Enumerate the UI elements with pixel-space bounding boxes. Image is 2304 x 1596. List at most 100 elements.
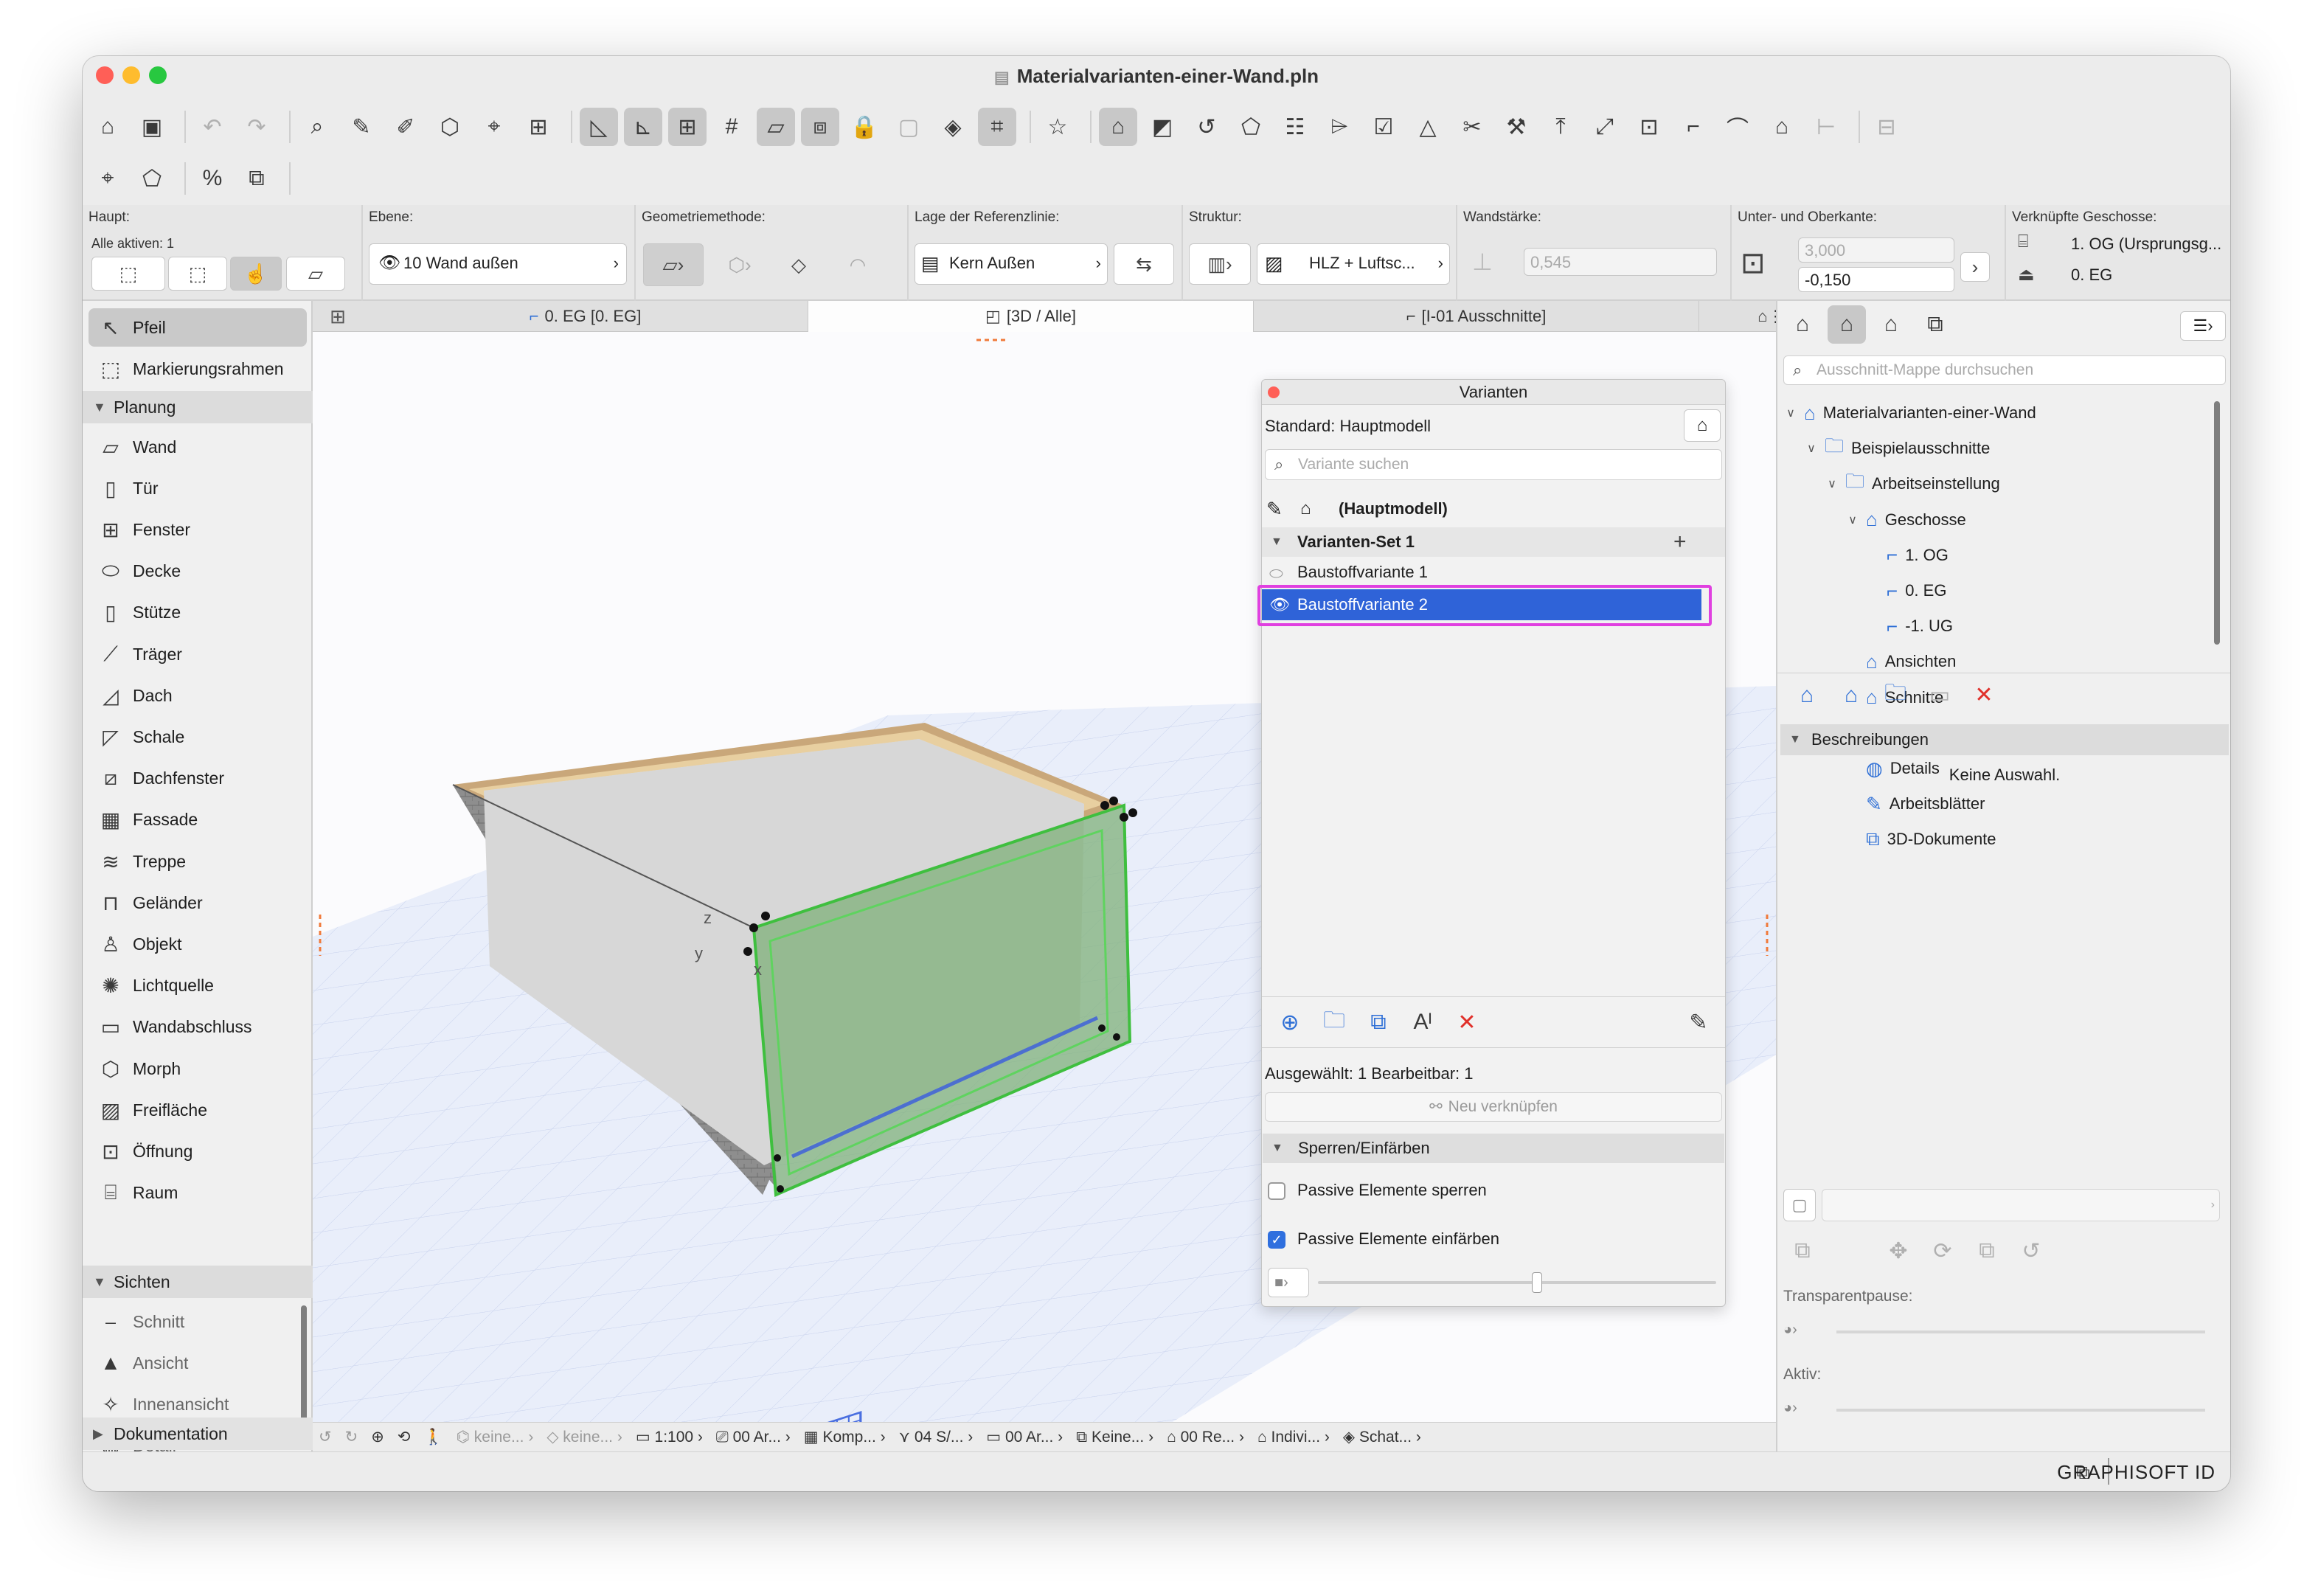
new-folder-button[interactable]: 🗀 — [1876, 676, 1915, 715]
sichten-section-header[interactable]: ▼ Sichten — [83, 1266, 313, 1298]
dokumentation-section-header[interactable]: ▶ Dokumentation — [83, 1418, 313, 1450]
status-item-6[interactable]: ▭ 00 Ar... › — [986, 1428, 1063, 1446]
tree-project[interactable]: ∨ ⌂ Materialvarianten-einer-Wand — [1782, 398, 2036, 428]
status-item-0[interactable]: ⌬ keine... › — [457, 1428, 534, 1446]
graphisoft-id-link[interactable]: GRAPHISOFT ID — [2057, 1461, 2215, 1484]
tag-button[interactable]: ⌲ — [1320, 108, 1359, 146]
thickness-input[interactable]: 0,545 — [1524, 248, 1717, 276]
delete-view-button[interactable]: ✕ — [1965, 676, 2003, 715]
flip-reference-button[interactable]: ⇆ — [1114, 243, 1174, 285]
active-slider[interactable] — [1836, 1409, 2205, 1412]
move-trace-button[interactable]: ✥ — [1879, 1232, 1918, 1270]
tree-3d-documents[interactable]: ⧉ 3D-Dokumente — [1844, 825, 1996, 854]
orbit-button[interactable]: ⟲ — [398, 1428, 411, 1446]
eye-icon[interactable]: 👁 — [1269, 589, 1290, 620]
tree-story-0eg[interactable]: ⌐ 0. EG — [1864, 576, 1946, 606]
status-item-1[interactable]: ◇ keine... › — [546, 1428, 622, 1446]
status-item-7[interactable]: ⧉ Keine... › — [1076, 1429, 1153, 1446]
rename-variant-button[interactable]: Aᴵ — [1403, 1003, 1442, 1041]
geometry-curved-button[interactable]: ◠ — [835, 243, 881, 286]
opacity-slider-track[interactable] — [1318, 1272, 1716, 1293]
delete-variant-button[interactable]: ✕ — [1448, 1003, 1486, 1041]
expand-chevron-icon[interactable]: ∨ — [1782, 406, 1800, 420]
marquee-mode-button[interactable]: ⬚ — [168, 257, 227, 291]
shape-button[interactable]: △ — [1409, 108, 1447, 146]
view-map-search-input[interactable]: ⌕ Ausschnitt-Mappe durchsuchen — [1783, 355, 2226, 385]
lock-color-section-header[interactable]: ▼ Sperren/Einfärben — [1263, 1134, 1724, 1163]
tree-folder-examples[interactable]: ∨ 🗀 Beispielausschnitte — [1802, 434, 1990, 463]
tool-elevation[interactable]: ▲ Ansicht — [89, 1344, 307, 1382]
tool-window[interactable]: ⊞ Fenster — [89, 510, 307, 549]
tool-opening[interactable]: ⊡ Öffnung — [89, 1132, 307, 1170]
structure-select[interactable]: ▨ HLZ + Luftsc... › — [1257, 243, 1450, 285]
walk-button[interactable]: 🚶 — [423, 1429, 443, 1446]
structure-type-button[interactable]: ▥› — [1189, 243, 1251, 285]
percent-button[interactable]: % — [193, 159, 232, 198]
favorite-star-button[interactable]: ☆ — [1038, 108, 1077, 146]
active-color-button[interactable]: ◕› — [1783, 1400, 1797, 1417]
tool-morph[interactable]: ⬡ Morph — [89, 1049, 307, 1088]
trace-reference-button[interactable]: ⧉ — [1783, 1232, 1822, 1270]
tree-story-ug[interactable]: ⌐ -1. UG — [1864, 611, 1953, 641]
tool-column[interactable]: ▯ Stütze — [89, 594, 307, 632]
tree-scrollbar[interactable] — [2214, 401, 2220, 645]
variant-row-1[interactable]: ⬭ Baustoffvariante 1 — [1262, 558, 1725, 586]
view-settings-button[interactable]: ▭ — [1920, 676, 1959, 715]
toolbox-scrollbar[interactable] — [301, 1305, 307, 1420]
view-map-button[interactable]: ⌂ — [1828, 305, 1866, 344]
tool-curtain-wall[interactable]: ▦ Fassade — [89, 801, 307, 839]
new-folder-button[interactable]: 🗀 — [1315, 1003, 1353, 1041]
reference-line-select[interactable]: ▤ Kern Außen › — [915, 243, 1108, 285]
color-passive-row[interactable]: ✓ Passive Elemente einfärben — [1268, 1228, 1731, 1250]
status-item-9[interactable]: ⌂ Indivi... › — [1257, 1429, 1330, 1446]
color-passive-checkbox[interactable]: ✓ — [1268, 1231, 1285, 1249]
preview-toggle-button[interactable]: ▢ — [1783, 1189, 1816, 1221]
status-item-5[interactable]: ⋎ 04 S/... › — [899, 1428, 974, 1446]
home-button[interactable]: ⌂ — [89, 108, 127, 146]
roof-button[interactable]: ⌂ — [1763, 108, 1801, 146]
geometry-trapezoid-button[interactable]: ⬡› — [709, 243, 770, 286]
tool-shell[interactable]: ◸ Schale — [89, 718, 307, 756]
height-options-button[interactable]: › — [1960, 252, 1990, 282]
tool-wall[interactable]: ▱ Wand — [89, 428, 307, 466]
group-button[interactable]: ▢ — [889, 108, 928, 146]
layer-12-button[interactable]: ⊞ — [519, 108, 558, 146]
navigator-menu-button[interactable]: ☰› — [2180, 311, 2226, 341]
bottom-story-link[interactable]: 0. EG — [2071, 266, 2112, 285]
tab-floor-plan[interactable]: ⌐ 0. EG [0. EG] — [363, 301, 808, 332]
expand-chevron-icon[interactable]: ∨ — [1844, 513, 1861, 527]
tool-beam[interactable]: ⟋ Träger — [89, 635, 307, 673]
tool-object[interactable]: ♙ Objekt — [89, 925, 307, 963]
reset-trace-button[interactable]: ↺ — [2012, 1232, 2050, 1270]
status-item-2[interactable]: ▭ 1:100 › — [636, 1428, 703, 1446]
redo-button[interactable]: ↷ — [237, 108, 276, 146]
wall-settings-button[interactable]: ▱ — [286, 257, 345, 291]
find-select-button[interactable]: ⌕ — [298, 108, 336, 146]
snap-grid-button[interactable]: ⊞ — [668, 108, 707, 146]
tab-3d[interactable]: ◰ [3D / Alle] — [808, 301, 1254, 332]
remove-point-button[interactable]: ⬠ — [133, 159, 171, 198]
planung-section-header[interactable]: ▼ Planung — [83, 391, 313, 423]
publisher-button[interactable]: ⧉ — [1916, 305, 1954, 344]
set-standard-button[interactable]: ⌂ — [1684, 409, 1721, 442]
offset-button[interactable]: ↺ — [1187, 108, 1226, 146]
checklist-button[interactable]: ☑ — [1364, 108, 1403, 146]
elevate-button[interactable]: ⤒ — [1541, 108, 1580, 146]
tool-roof[interactable]: ◿ Dach — [89, 676, 307, 715]
tool-skylight[interactable]: ⧄ Dachfenster — [89, 760, 307, 798]
compare-trace-button[interactable]: ⧉ — [1968, 1232, 2006, 1270]
zoom-button[interactable]: ⊕ — [371, 1428, 384, 1446]
hauptmodell-row[interactable]: ✎ ⌂ (Hauptmodell) — [1262, 495, 1725, 523]
syringe-button[interactable]: ✐ — [386, 108, 425, 146]
resize-button[interactable]: ⤢ — [1586, 108, 1624, 146]
tool-railing[interactable]: ⊓ Geländer — [89, 884, 307, 922]
expand-chevron-icon[interactable]: ∨ — [1823, 476, 1841, 491]
panel-close-button[interactable] — [1268, 386, 1280, 398]
layout-book-button[interactable]: ⌂ — [1872, 305, 1910, 344]
redo-view-button[interactable]: ↻ — [345, 1428, 358, 1446]
bottom-height-input[interactable]: -0,150 — [1798, 267, 1954, 292]
suspend-button[interactable]: ⧈ — [801, 108, 839, 146]
status-item-4[interactable]: ▦ Komp... › — [804, 1428, 886, 1446]
tab-overview-button[interactable]: ⊞ — [313, 301, 363, 332]
adjust-button[interactable]: ⚒ — [1497, 108, 1536, 146]
